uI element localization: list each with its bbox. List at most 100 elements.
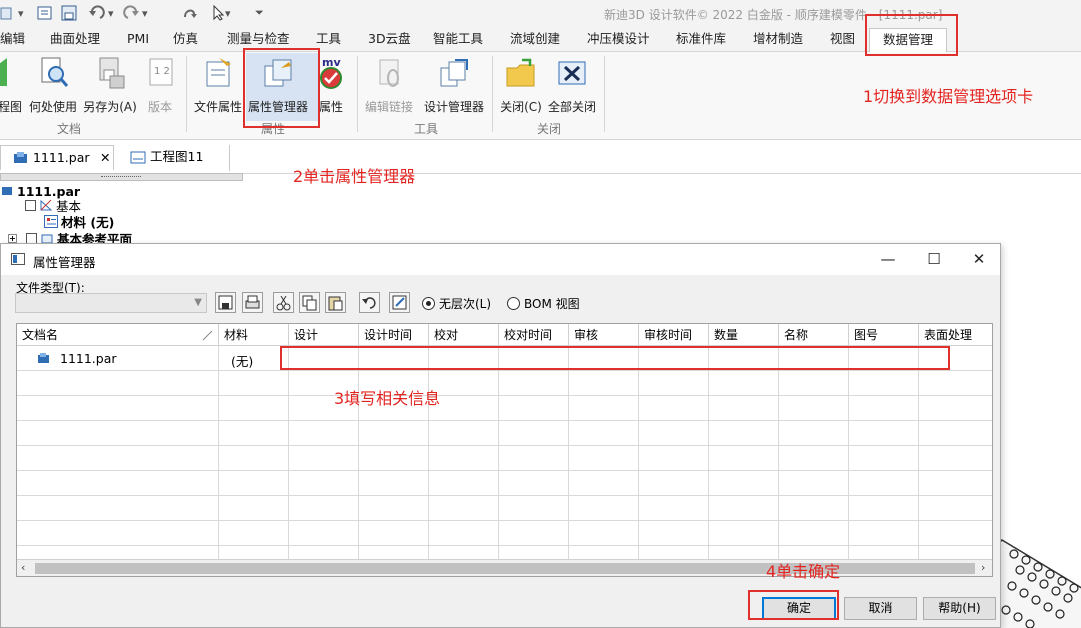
save-icon[interactable]: [61, 4, 77, 22]
grid-cell[interactable]: [849, 471, 919, 496]
new-icon[interactable]: ▾: [0, 4, 24, 22]
grid-cell[interactable]: [219, 496, 289, 521]
grid-cell[interactable]: [569, 421, 639, 446]
grid-cell[interactable]: [499, 471, 569, 496]
grid-cell[interactable]: [779, 496, 849, 521]
grid-cell[interactable]: [849, 421, 919, 446]
tab-edit[interactable]: 编辑: [0, 28, 25, 52]
column-header[interactable]: 材料: [219, 324, 289, 346]
radio-dot[interactable]: [422, 297, 435, 310]
grid-cell[interactable]: [569, 446, 639, 471]
grid-cell[interactable]: [569, 396, 639, 421]
column-header[interactable]: 审核: [569, 324, 639, 346]
column-header[interactable]: 审核时间: [639, 324, 709, 346]
tree-scrollbar[interactable]: [0, 173, 243, 181]
grid-cell[interactable]: [17, 396, 219, 421]
grid-cell[interactable]: [779, 471, 849, 496]
save-icon[interactable]: [215, 292, 236, 313]
tab-standard-parts[interactable]: 标准件库: [676, 28, 726, 52]
column-header[interactable]: 设计时间: [359, 324, 429, 346]
grid-cell[interactable]: [569, 471, 639, 496]
checkbox[interactable]: [26, 232, 37, 244]
horizontal-scrollbar[interactable]: ‹ ›: [17, 559, 992, 576]
grid-cell[interactable]: [709, 371, 779, 396]
where-used-button[interactable]: 何处使用: [28, 52, 78, 122]
grid-cell[interactable]: 1111.par: [17, 346, 219, 371]
grid-cell[interactable]: [779, 396, 849, 421]
grid-cell[interactable]: [919, 471, 992, 496]
grid-cell[interactable]: [919, 521, 992, 546]
column-header[interactable]: 设计: [289, 324, 359, 346]
grid-cell[interactable]: (无): [219, 346, 289, 371]
grid-cell[interactable]: [17, 421, 219, 446]
grid-cell[interactable]: [849, 371, 919, 396]
grid-cell[interactable]: [919, 396, 992, 421]
close-dialog-icon[interactable]: ✕: [956, 246, 1002, 272]
grid-cell[interactable]: [499, 371, 569, 396]
grid-cell[interactable]: [219, 396, 289, 421]
cancel-button[interactable]: 取消: [844, 597, 917, 620]
grid-cell[interactable]: [289, 496, 359, 521]
tab-stamping-design[interactable]: 冲压模设计: [587, 28, 650, 52]
minimize-icon[interactable]: —: [865, 246, 911, 272]
close-all-button[interactable]: 全部关闭: [546, 52, 598, 122]
column-header[interactable]: 校对: [429, 324, 499, 346]
grid-cell[interactable]: [289, 471, 359, 496]
help-button[interactable]: 帮助(H): [923, 597, 996, 620]
grid-cell[interactable]: [359, 521, 429, 546]
grid-cell[interactable]: [779, 421, 849, 446]
grid-cell[interactable]: [429, 521, 499, 546]
grid-cell[interactable]: [499, 496, 569, 521]
grid-cell[interactable]: [919, 446, 992, 471]
grid-cell[interactable]: [639, 521, 709, 546]
grid-cell[interactable]: [849, 446, 919, 471]
grid-cell[interactable]: [429, 471, 499, 496]
grid-cell[interactable]: [569, 496, 639, 521]
repeat-icon[interactable]: [182, 4, 198, 22]
design-manager-button[interactable]: 设计管理器: [422, 52, 486, 122]
save-as-button[interactable]: 另存为(A): [82, 52, 138, 122]
grid-cell[interactable]: [499, 421, 569, 446]
grid-cell[interactable]: [639, 371, 709, 396]
tree-item-material[interactable]: 材料 (无): [44, 213, 114, 230]
grid-cell[interactable]: [17, 496, 219, 521]
grid-cell[interactable]: [429, 496, 499, 521]
grid-cell[interactable]: [17, 521, 219, 546]
drawing-button[interactable]: 程图: [0, 52, 22, 122]
tab-pmi[interactable]: PMI: [127, 28, 149, 52]
grid-cell[interactable]: [359, 446, 429, 471]
grid-cell[interactable]: [709, 446, 779, 471]
expand-icon[interactable]: +: [8, 233, 17, 243]
grid-cell[interactable]: [499, 521, 569, 546]
grid-cell[interactable]: [639, 421, 709, 446]
tab-simulation[interactable]: 仿真: [173, 28, 198, 52]
column-header[interactable]: 名称: [779, 324, 849, 346]
grid-cell[interactable]: [919, 496, 992, 521]
grid-cell[interactable]: [639, 471, 709, 496]
copy-icon[interactable]: [299, 292, 320, 313]
file-properties-button[interactable]: 文件属性: [192, 52, 244, 122]
file-type-select[interactable]: ▼: [15, 293, 207, 313]
column-header[interactable]: 校对时间: [499, 324, 569, 346]
undo-icon[interactable]: ▾: [88, 4, 114, 22]
tab-additive[interactable]: 增材制造: [753, 28, 803, 52]
grid-cell[interactable]: [219, 446, 289, 471]
grid-cell[interactable]: [639, 446, 709, 471]
grid-cell[interactable]: [219, 471, 289, 496]
tab-smart-tools[interactable]: 智能工具: [433, 28, 483, 52]
grid-cell[interactable]: [639, 396, 709, 421]
grid-cell[interactable]: [219, 421, 289, 446]
doc-tab-1111-par[interactable]: 1111.par ✕: [0, 145, 114, 171]
grid-cell[interactable]: [219, 371, 289, 396]
grid-cell[interactable]: [359, 471, 429, 496]
tab-flow-create[interactable]: 流域创建: [510, 28, 560, 52]
undo-icon[interactable]: [359, 292, 380, 313]
radio-bom-view[interactable]: BOM 视图: [507, 295, 580, 312]
radio-dot[interactable]: [507, 297, 520, 310]
select-icon[interactable]: ▾: [211, 4, 231, 22]
maximize-icon[interactable]: ☐: [911, 246, 957, 272]
grid-cell[interactable]: [569, 521, 639, 546]
dialog-titlebar[interactable]: 属性管理器 — ☐ ✕: [1, 244, 1000, 275]
scroll-grip[interactable]: [101, 176, 141, 178]
grid-cell[interactable]: [17, 471, 219, 496]
